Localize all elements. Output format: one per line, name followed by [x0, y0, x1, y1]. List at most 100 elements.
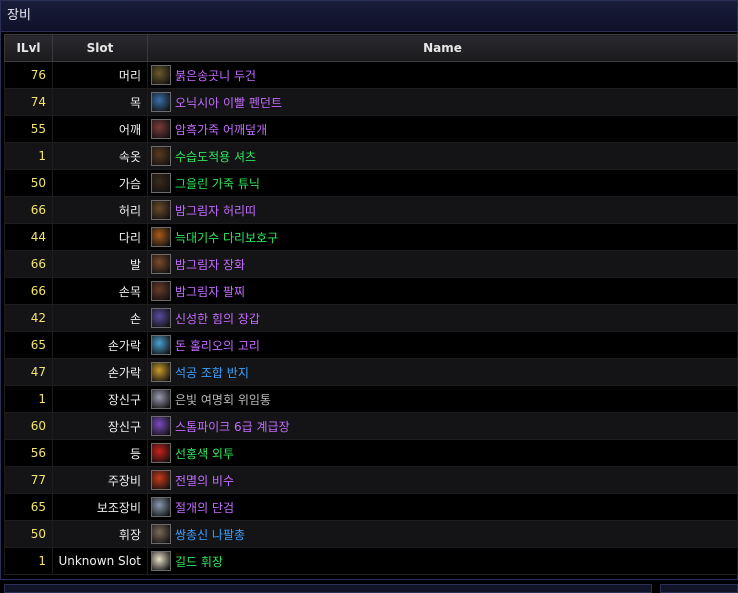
item-slot: 등	[52, 439, 148, 467]
legs-icon[interactable]	[151, 227, 171, 247]
item-name-cell: 절개의 단검	[147, 493, 738, 521]
table-row[interactable]: 47 손가락 석공 조합 반지	[4, 358, 738, 386]
ring-icon[interactable]	[151, 335, 171, 355]
item-slot: 손가락	[52, 358, 148, 386]
item-name-link[interactable]: 전멸의 비수	[175, 472, 234, 489]
item-slot: 장신구	[52, 412, 148, 440]
pendant-icon[interactable]	[151, 92, 171, 112]
item-level: 1	[4, 142, 53, 170]
table-row[interactable]: 65 보조장비 절개의 단검	[4, 493, 738, 521]
item-name-cell: 신성한 힘의 장갑	[147, 304, 738, 332]
trinket-icon[interactable]	[151, 389, 171, 409]
table-row[interactable]: 74 목 오닉시아 이빨 펜던트	[4, 88, 738, 116]
item-level: 42	[4, 304, 53, 332]
item-level: 76	[4, 61, 53, 89]
item-name-link[interactable]: 스톰파이크 6급 계급장	[175, 418, 290, 435]
table-row[interactable]: 56 등 선홍색 외투	[4, 439, 738, 467]
item-name-link[interactable]: 은빛 여명회 위임통	[175, 391, 271, 408]
item-name-cell: 늑대기수 다리보호구	[147, 223, 738, 251]
table-header-row: ILvl Slot Name	[4, 34, 738, 62]
item-name-link[interactable]: 밤그림자 팔찌	[175, 283, 245, 300]
item-level: 44	[4, 223, 53, 251]
item-level: 60	[4, 412, 53, 440]
tunic-icon[interactable]	[151, 173, 171, 193]
table-row[interactable]: 50 휘장 쌍총신 나팔총	[4, 520, 738, 548]
bottom-panel-left	[4, 584, 652, 593]
table-row[interactable]: 42 손 신성한 힘의 장갑	[4, 304, 738, 332]
item-slot: 손가락	[52, 331, 148, 359]
item-name-link[interactable]: 수습도적용 셔츠	[175, 148, 256, 165]
item-name-cell: 길드 휘장	[147, 547, 738, 575]
item-name-link[interactable]: 붉은송곳니 두건	[175, 67, 256, 84]
table-row[interactable]: 1 Unknown Slot 길드 휘장	[4, 547, 738, 575]
table-row[interactable]: 66 발 밤그림자 장화	[4, 250, 738, 278]
table-row[interactable]: 66 허리 밤그림자 허리띠	[4, 196, 738, 224]
table-row[interactable]: 77 주장비 전멸의 비수	[4, 466, 738, 494]
table-row[interactable]: 55 어깨 암흑가죽 어깨덮개	[4, 115, 738, 143]
item-level: 77	[4, 466, 53, 494]
item-slot: 다리	[52, 223, 148, 251]
column-header-ilvl[interactable]: ILvl	[4, 34, 53, 62]
item-slot: Unknown Slot	[52, 547, 148, 575]
offhand-dagger-icon[interactable]	[151, 497, 171, 517]
item-name-link[interactable]: 오닉시아 이빨 펜던트	[175, 94, 282, 111]
item-name-cell: 선홍색 외투	[147, 439, 738, 467]
panel-title: 장비	[1, 1, 737, 32]
item-name-cell: 돈 홀리오의 고리	[147, 331, 738, 359]
item-name-cell: 밤그림자 장화	[147, 250, 738, 278]
item-name-link[interactable]: 늑대기수 다리보호구	[175, 229, 278, 246]
item-name-link[interactable]: 석공 조합 반지	[175, 364, 249, 381]
bracer-icon[interactable]	[151, 281, 171, 301]
item-name-link[interactable]: 암흑가죽 어깨덮개	[175, 121, 267, 138]
item-name-link[interactable]: 선홍색 외투	[175, 445, 234, 462]
item-slot: 손	[52, 304, 148, 332]
item-name-link[interactable]: 절개의 단검	[175, 499, 234, 516]
column-header-name[interactable]: Name	[147, 34, 738, 62]
item-level: 55	[4, 115, 53, 143]
gold-ring-icon[interactable]	[151, 362, 171, 382]
item-name-link[interactable]: 밤그림자 허리띠	[175, 202, 256, 219]
item-name-cell: 암흑가죽 어깨덮개	[147, 115, 738, 143]
item-level: 66	[4, 196, 53, 224]
insignia-icon[interactable]	[151, 416, 171, 436]
item-level: 65	[4, 331, 53, 359]
item-level: 50	[4, 520, 53, 548]
item-name-link[interactable]: 쌍총신 나팔총	[175, 526, 245, 543]
column-header-slot[interactable]: Slot	[52, 34, 148, 62]
item-level: 56	[4, 439, 53, 467]
item-slot: 허리	[52, 196, 148, 224]
item-name-cell: 석공 조합 반지	[147, 358, 738, 386]
item-name-link[interactable]: 돈 홀리오의 고리	[175, 337, 260, 354]
gloves-icon[interactable]	[151, 308, 171, 328]
belt-icon[interactable]	[151, 200, 171, 220]
cloak-icon[interactable]	[151, 443, 171, 463]
shoulder-icon[interactable]	[151, 119, 171, 139]
table-row[interactable]: 65 손가락 돈 홀리오의 고리	[4, 331, 738, 359]
table-row[interactable]: 1 속옷 수습도적용 셔츠	[4, 142, 738, 170]
item-slot: 보조장비	[52, 493, 148, 521]
item-name-link[interactable]: 밤그림자 장화	[175, 256, 245, 273]
item-level: 50	[4, 169, 53, 197]
table-row[interactable]: 1 장신구 은빛 여명회 위임통	[4, 385, 738, 413]
table-row[interactable]: 76 머리 붉은송곳니 두건	[4, 61, 738, 89]
item-level: 47	[4, 358, 53, 386]
table-row[interactable]: 44 다리 늑대기수 다리보호구	[4, 223, 738, 251]
table-row[interactable]: 66 손목 밤그림자 팔찌	[4, 277, 738, 305]
item-name-cell: 스톰파이크 6급 계급장	[147, 412, 738, 440]
item-level: 66	[4, 250, 53, 278]
item-slot: 휘장	[52, 520, 148, 548]
table-row[interactable]: 50 가슴 그을린 가죽 튜닉	[4, 169, 738, 197]
shirt-icon[interactable]	[151, 146, 171, 166]
table-row[interactable]: 60 장신구 스톰파이크 6급 계급장	[4, 412, 738, 440]
item-level: 74	[4, 88, 53, 116]
gun-icon[interactable]	[151, 524, 171, 544]
tabard-icon[interactable]	[151, 551, 171, 571]
boots-icon[interactable]	[151, 254, 171, 274]
item-name-link[interactable]: 길드 휘장	[175, 553, 223, 570]
item-name-cell: 수습도적용 셔츠	[147, 142, 738, 170]
item-level: 1	[4, 385, 53, 413]
item-name-link[interactable]: 그을린 가죽 튜닉	[175, 175, 260, 192]
dagger-icon[interactable]	[151, 470, 171, 490]
helmet-icon[interactable]	[151, 65, 171, 85]
item-name-link[interactable]: 신성한 힘의 장갑	[175, 310, 260, 327]
